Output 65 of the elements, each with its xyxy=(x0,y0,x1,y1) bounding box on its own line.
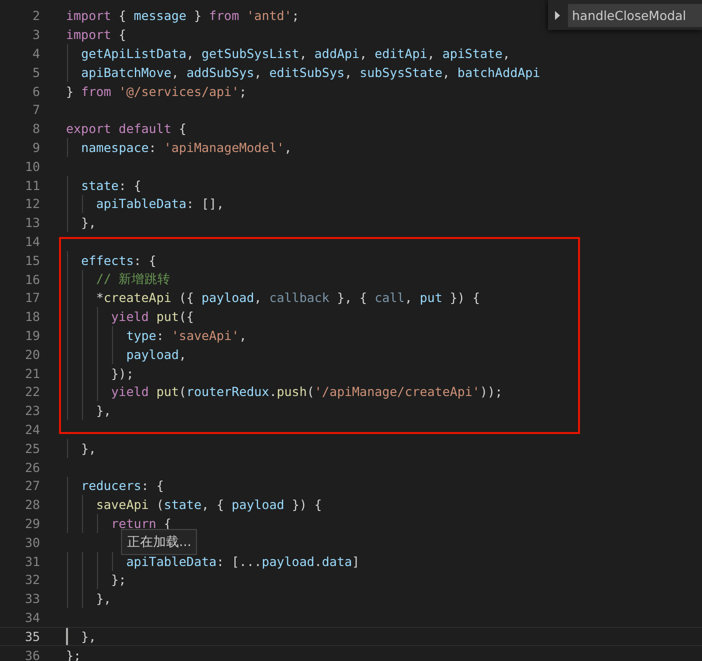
code-line: }; xyxy=(111,572,126,588)
code-line: type: 'saveApi', xyxy=(126,328,247,344)
code-line: apiTableData: [...payload.data] xyxy=(126,554,360,569)
code-line: }, xyxy=(81,440,96,456)
line-number: 22 xyxy=(24,384,40,400)
code-line: *createApi ({ payload, callback }, { call, put }) { xyxy=(96,290,480,306)
line-number: 12 xyxy=(24,196,40,212)
line-number: 36 xyxy=(24,648,40,661)
line-number: 6 xyxy=(31,84,40,99)
line-number: 16 xyxy=(24,272,40,287)
line-number: 34 xyxy=(24,610,40,625)
code-line: import { xyxy=(66,27,126,42)
code-line: }, xyxy=(81,215,96,230)
code-line: apiTableData: [], xyxy=(96,196,224,212)
line-number: 13 xyxy=(24,215,40,230)
line-number: 7 xyxy=(31,102,40,118)
code-line: namespace: 'apiManageModel', xyxy=(81,140,292,156)
line-number: 28 xyxy=(24,497,40,512)
code-line: }, xyxy=(81,628,96,644)
line-number: 24 xyxy=(24,422,40,438)
code-line: } from '@/services/api'; xyxy=(66,84,247,99)
line-number: 21 xyxy=(24,366,40,381)
code-line: reducers: { xyxy=(81,478,164,494)
hover-tooltip: 正在加载... xyxy=(121,529,198,555)
code-line: yield put({ xyxy=(111,309,194,324)
line-number: 9 xyxy=(31,140,40,156)
line-number: 15 xyxy=(24,252,40,268)
line-number: 8 xyxy=(31,121,40,136)
line-number: 35 xyxy=(24,628,40,644)
code-line: state: { xyxy=(81,178,142,193)
line-number: 3 xyxy=(31,27,40,42)
code-line: }, xyxy=(96,403,112,418)
line-number: 11 xyxy=(24,178,40,193)
line-number: 20 xyxy=(24,346,40,362)
code-line: payload, xyxy=(126,346,186,362)
code-line: saveApi (state, { payload }) { xyxy=(96,497,322,512)
line-number: 32 xyxy=(24,572,40,588)
line-number: 27 xyxy=(24,478,40,494)
line-number: 17 xyxy=(24,290,40,306)
code-line: export default { xyxy=(66,121,186,136)
line-number: 5 xyxy=(31,64,40,80)
code-line: }); xyxy=(111,366,134,381)
code-line: getApiListData, getSubSysList, addApi, editApi, apiState, xyxy=(81,46,510,62)
line-number: 4 xyxy=(31,46,40,62)
expand-icon[interactable] xyxy=(554,10,562,20)
line-number: 14 xyxy=(24,234,40,250)
line-number: 23 xyxy=(24,403,40,418)
code-line: // 新增跳转 xyxy=(96,270,171,288)
line-number: 26 xyxy=(24,460,40,475)
line-number: 18 xyxy=(24,309,40,324)
line-number: 29 xyxy=(24,516,40,531)
line-number: 30 xyxy=(24,534,40,550)
line-number: 10 xyxy=(24,158,40,174)
code-line: import { message } from 'antd'; xyxy=(66,8,300,24)
code-line: yield put(routerRedux.push('/apiManage/createApi')); xyxy=(111,384,503,400)
line-number: 31 xyxy=(24,554,40,569)
line-number: 25 xyxy=(24,440,40,456)
line-number: 2 xyxy=(31,8,40,24)
line-number: 33 xyxy=(24,591,40,606)
text-cursor xyxy=(66,628,68,645)
outline-item[interactable]: handleCloseModal xyxy=(568,4,702,26)
code-line: apiBatchMove, addSubSys, editSubSys, subSysState, batchAddApi xyxy=(81,64,540,80)
code-line: effects: { xyxy=(81,252,156,268)
code-line: }, xyxy=(96,591,112,606)
line-number: 19 xyxy=(24,328,40,344)
